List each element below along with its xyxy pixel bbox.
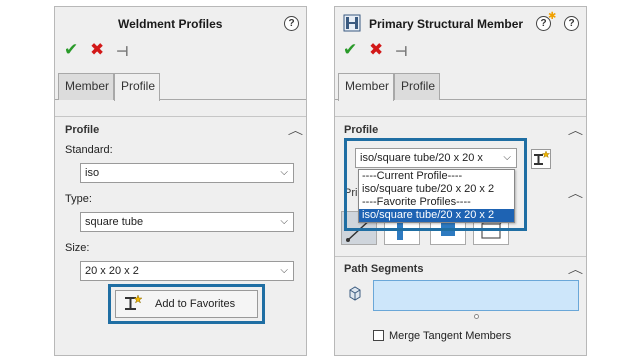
tab-profile[interactable]: Profile bbox=[114, 73, 160, 101]
dropdown-header-current: ----Current Profile---- bbox=[362, 170, 463, 182]
type-label: Type: bbox=[65, 193, 92, 205]
section-divider bbox=[335, 256, 586, 257]
standard-select[interactable]: iso ⌵ bbox=[80, 163, 294, 183]
size-select[interactable]: 20 x 20 x 2 ⌵ bbox=[80, 261, 294, 281]
profile-select[interactable]: iso/square tube/20 x 20 x ⌵ bbox=[355, 148, 517, 168]
ok-icon[interactable]: ✔ bbox=[64, 41, 78, 58]
panel-title: Weldment Profiles bbox=[118, 17, 223, 31]
collapse-chevron-icon[interactable]: ︿ bbox=[568, 122, 583, 138]
collapse-chevron-icon[interactable]: ︿ bbox=[568, 261, 583, 277]
tab-member[interactable]: Member bbox=[338, 73, 394, 101]
dropdown-option-selected[interactable]: iso/square tube/20 x 20 x 2 bbox=[359, 209, 514, 222]
path-segment-icon bbox=[347, 285, 363, 304]
chevron-down-icon: ⌵ bbox=[503, 152, 511, 163]
ok-icon[interactable]: ✔ bbox=[343, 41, 357, 58]
weldment-profiles-panel: Weldment Profiles ? ✔ ✖ ⊣ Member Profile… bbox=[54, 6, 307, 356]
standard-value: iso bbox=[85, 167, 100, 179]
dropdown-option[interactable]: iso/square tube/20 x 20 x 2 bbox=[359, 183, 514, 196]
panel-title: Primary Structural Member bbox=[369, 17, 524, 31]
sparkle-icon: ✱ bbox=[548, 11, 557, 22]
path-segments-list[interactable] bbox=[373, 280, 579, 311]
standard-label: Standard: bbox=[65, 144, 113, 156]
dropdown-header-favorites: ----Favorite Profiles---- bbox=[362, 196, 471, 208]
size-label: Size: bbox=[65, 242, 90, 254]
primary-structural-member-panel: Primary Structural Member ? ✱ ? ✔ ✖ ⊣ Me… bbox=[334, 6, 587, 356]
type-select[interactable]: square tube ⌵ bbox=[80, 212, 294, 232]
pin-icon[interactable]: ⊣ bbox=[395, 43, 408, 60]
tab-strip: Member Profile bbox=[335, 73, 586, 101]
collapse-chevron-icon[interactable]: ︿ bbox=[568, 185, 583, 201]
add-to-favorites-label: Add to Favorites bbox=[155, 298, 236, 310]
favorites-toggle-icon[interactable] bbox=[531, 149, 551, 169]
help-icon[interactable]: ? bbox=[284, 16, 299, 31]
merge-tangent-checkbox[interactable] bbox=[373, 330, 384, 341]
chevron-down-icon: ⌵ bbox=[280, 167, 288, 178]
tab-member[interactable]: Member bbox=[58, 73, 114, 100]
structural-member-icon bbox=[343, 14, 361, 35]
profile-section-title: Profile bbox=[344, 124, 379, 136]
add-to-favorites-button[interactable]: Add to Favorites bbox=[115, 290, 258, 318]
path-segments-title: Path Segments bbox=[344, 263, 424, 275]
profile-section-title: Profile bbox=[65, 124, 100, 136]
tab-profile[interactable]: Profile bbox=[394, 73, 440, 100]
size-value: 20 x 20 x 2 bbox=[85, 265, 139, 277]
pin-icon[interactable]: ⊣ bbox=[116, 43, 129, 60]
resize-handle-icon[interactable] bbox=[474, 314, 479, 319]
chevron-down-icon: ⌵ bbox=[280, 265, 288, 276]
section-divider bbox=[55, 116, 306, 117]
cancel-icon[interactable]: ✖ bbox=[90, 41, 104, 58]
profile-dropdown-list: ----Current Profile---- iso/square tube/… bbox=[358, 169, 515, 223]
tab-strip: Member Profile bbox=[55, 73, 306, 101]
merge-tangent-label: Merge Tangent Members bbox=[389, 330, 512, 342]
chevron-down-icon: ⌵ bbox=[280, 216, 288, 227]
profile-select-value: iso/square tube/20 x 20 x bbox=[360, 152, 483, 164]
help-icon[interactable]: ? bbox=[564, 16, 579, 31]
section-divider bbox=[335, 116, 586, 117]
collapse-chevron-icon[interactable]: ︿ bbox=[288, 122, 303, 138]
type-value: square tube bbox=[85, 216, 144, 228]
cancel-icon[interactable]: ✖ bbox=[369, 41, 383, 58]
add-favorite-icon bbox=[123, 294, 143, 315]
